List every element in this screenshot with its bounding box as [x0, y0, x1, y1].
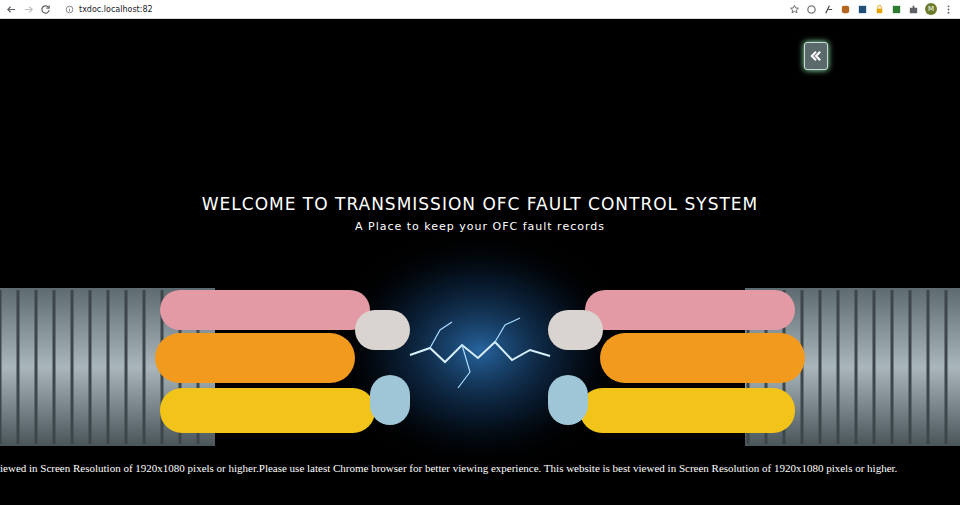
- profile-avatar[interactable]: M: [925, 3, 937, 15]
- address-bar[interactable]: txdoc.localhost:82: [57, 5, 783, 14]
- toolbar-icons: M: [789, 3, 954, 15]
- landing-page: WELCOME TO TRANSMISSION OFC FAULT CONTRO…: [0, 19, 960, 505]
- extension-icon[interactable]: [891, 4, 902, 15]
- extension-icon[interactable]: [840, 4, 851, 15]
- forward-arrow-icon[interactable]: [23, 4, 34, 15]
- extension-icon[interactable]: [874, 4, 885, 15]
- browser-toolbar: txdoc.localhost:82 M: [0, 0, 960, 19]
- hero: WELCOME TO TRANSMISSION OFC FAULT CONTRO…: [0, 19, 960, 505]
- collapse-button[interactable]: [804, 42, 828, 70]
- scrolling-notice: iewed in Screen Resolution of 1920x1080 …: [0, 461, 897, 475]
- back-arrow-icon[interactable]: [6, 4, 17, 15]
- extension-icon[interactable]: [823, 4, 834, 15]
- browser-window: txdoc.localhost:82 M WELCOME TO TRANSMISSI…: [0, 0, 960, 505]
- extension-icon[interactable]: [857, 4, 868, 15]
- extension-icon[interactable]: [806, 4, 817, 15]
- cables-photo: [0, 19, 960, 505]
- url-text[interactable]: txdoc.localhost:82: [79, 5, 153, 14]
- puzzle-icon[interactable]: [908, 4, 919, 15]
- page-title: WELCOME TO TRANSMISSION OFC FAULT CONTRO…: [202, 193, 759, 215]
- star-icon[interactable]: [789, 4, 800, 15]
- top-row: [0, 19, 960, 70]
- double-chevron-left-icon: [809, 49, 823, 63]
- menu-icon[interactable]: [943, 4, 954, 15]
- reload-icon[interactable]: [40, 4, 51, 15]
- page-subtitle: A Place to keep your OFC fault records: [355, 219, 605, 234]
- info-icon[interactable]: [65, 5, 74, 14]
